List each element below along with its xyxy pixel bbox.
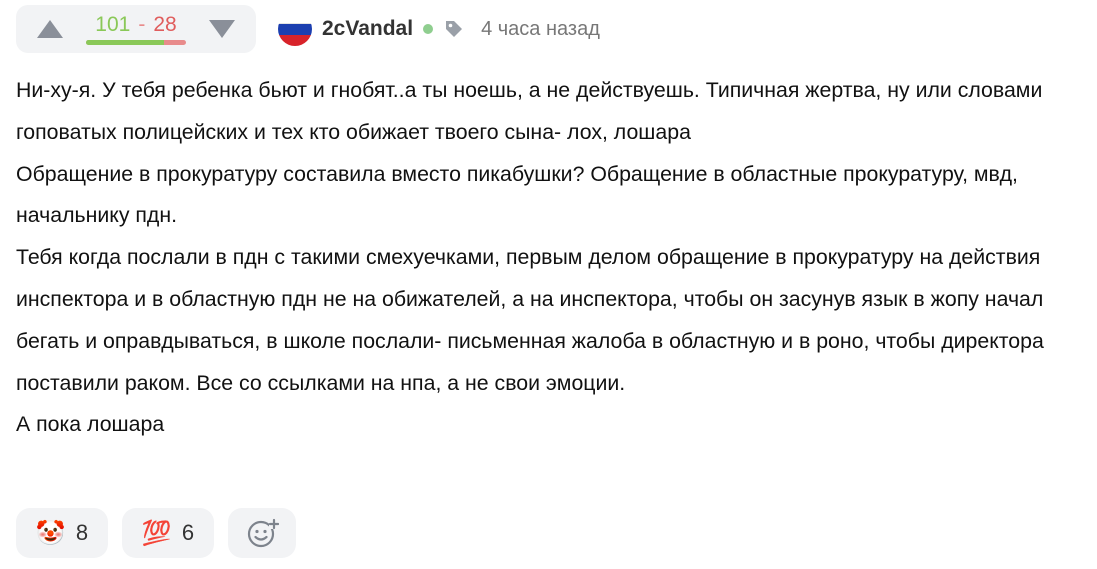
online-status-dot [423,24,434,34]
arrow-up-icon [37,20,63,38]
tag-icon[interactable] [443,18,465,40]
vote-box: 101 - 28 [16,5,256,53]
upvote-button[interactable] [34,15,66,43]
author-info: 2cVandal 4 часа назад [278,12,600,46]
reaction-count: 8 [75,520,89,545]
reaction-hundred-button[interactable]: 💯 6 [122,508,214,558]
rating: 101 - 28 [86,12,186,45]
clown-face-icon: 🤡 [35,519,66,547]
arrow-down-icon [209,20,235,38]
comment-paragraph: Тебя когда послали в пдн с такими смехуе… [16,245,1044,395]
reaction-clown-button[interactable]: 🤡 8 [16,508,108,558]
add-emoji-icon [247,518,279,548]
rating-bar-fill [86,39,165,45]
hundred-points-icon: 💯 [141,519,172,547]
comment-paragraph: Ни-ху-я. У тебя ребенка бьют и гнобят..а… [16,78,1043,144]
rating-separator: - [138,12,146,36]
add-reaction-button[interactable] [228,508,296,558]
russia-flag-icon [278,12,312,46]
comment-header: 101 - 28 2cVandal 4 часа назад [16,5,600,53]
downvote-button[interactable] [206,15,238,43]
rating-negative: 28 [153,12,177,36]
comment-paragraph: А пока лошара [16,412,165,437]
author-username[interactable]: 2cVandal [322,17,413,41]
reactions-bar: 🤡 8 💯 6 [16,508,296,558]
comment-text: Ни-ху-я. У тебя ребенка бьют и гнобят..а… [16,70,1081,446]
rating-bar [86,39,186,45]
comment-paragraph: Обращение в прокуратуру составила вместо… [16,161,1018,228]
rating-positive: 101 [95,12,131,36]
reaction-count: 6 [181,520,195,545]
comment-time: 4 часа назад [481,17,600,40]
